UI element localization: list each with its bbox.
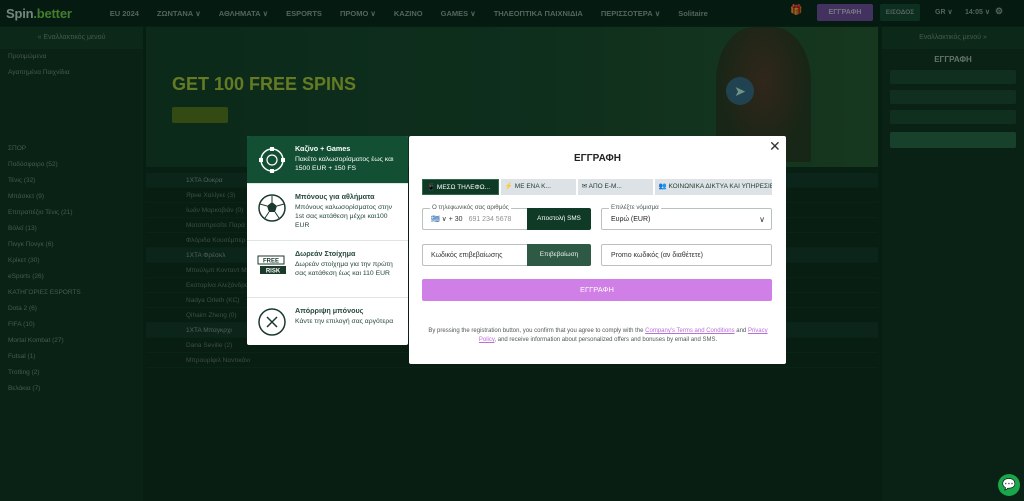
registration-method-tabs: 📱 ΜΕΣΩ ΤΗΛΕΦΩ... ⚡ ΜΕ ΕΝΑ Κ... ✉ ΑΠΟ Ε-Μ… [422, 179, 773, 195]
risk-badge-text: RISK [266, 269, 281, 275]
chat-icon[interactable]: 💬 [998, 474, 1020, 496]
bonus-option-free-bet[interactable]: FREE RISK Δωρεάν Στοίχημα Δωρεάν στοίχημα… [247, 241, 408, 298]
terms-notice: By pressing the registration button, you… [428, 328, 768, 343]
bonus-title: Δωρεάν Στοίχημα [295, 249, 356, 258]
tab-by-email[interactable]: ✉ ΑΠΟ Ε-Μ... [577, 179, 653, 195]
tab-by-phone[interactable]: 📱 ΜΕΣΩ ΤΗΛΕΦΩ... [422, 179, 499, 195]
free-risk-icon: FREE RISK [257, 255, 286, 275]
greece-flag-icon[interactable]: 🇬🇷 ∨ [431, 216, 449, 223]
submit-register-button[interactable]: ΕΓΓΡΑΦΗ [422, 279, 772, 301]
registration-dialog: ✕ ΕΓΓΡΑΦΗ 📱 ΜΕΣΩ ΤΗΛΕΦΩ... ⚡ ΜΕ ΕΝΑ Κ...… [409, 136, 786, 364]
currency-value: Ευρώ (EUR) [611, 216, 651, 223]
phone-field[interactable]: 🇬🇷 ∨ + 30 691 234 5678 [422, 208, 527, 230]
bonus-description: Κάντε την επιλογή σας αργότερα [295, 318, 394, 325]
football-icon [258, 194, 286, 222]
phone-field-label: Ο τηλεφωνικός σας αριθμός [430, 204, 511, 211]
bonus-title: Καζίνο + Games [295, 144, 351, 153]
bonus-option-casino[interactable]: Καζίνο + Games Πακέτο καλωσορίσματος έως… [247, 136, 408, 184]
promo-code-field[interactable]: Promo κωδικός (αν διαθέτετε) [601, 244, 772, 266]
dialog-title: ΕΓΓΡΑΦΗ [573, 153, 621, 164]
tab-social-networks[interactable]: 👥 ΚΟΙΝΩΝΙΚΑ ΔΙΚΤΥΑ ΚΑΙ ΥΠΗΡΕΣΙΕΣ ΜΗΝΥ... [654, 179, 773, 195]
free-badge-text: FREE [263, 259, 279, 265]
bonus-option-sports[interactable]: Μπόνους για αθλήματα Μπόνους καλωσορίσμα… [247, 184, 408, 241]
bonus-description: Δωρεάν στοίχημα για την πρώτη σας κατάθε… [295, 261, 393, 277]
bonus-title: Απόρριψη μπόνους [295, 306, 364, 315]
phone-country-code: + 30 [448, 216, 463, 223]
confirm-code-button[interactable]: Επιβεβαίωση [527, 244, 591, 266]
bonus-description: Μπόνους καλωσορίσματος στην 1st σας κατά… [295, 204, 393, 229]
confirmation-code-field[interactable]: Κωδικός επιβεβαίωσης [422, 244, 527, 266]
bonus-selection-panel: Καζίνο + Games Πακέτο καλωσορίσματος έως… [247, 136, 408, 345]
decline-x-icon [258, 308, 286, 336]
terms-link[interactable]: Company's Terms and Conditions [645, 328, 734, 334]
phone-placeholder: 691 234 5678 [468, 216, 512, 223]
casino-chip-icon [259, 147, 285, 173]
send-sms-button[interactable]: Αποστολή SMS [527, 208, 591, 230]
bonus-description: Πακέτο καλωσορίσματος έως και 1500 EUR +… [295, 156, 394, 172]
tab-one-click[interactable]: ⚡ ΜΕ ΕΝΑ Κ... [500, 179, 576, 195]
currency-field-label: Επιλέξτε νόμισμα [609, 204, 661, 211]
bonus-title: Μπόνους για αθλήματα [295, 192, 375, 201]
chevron-down-icon: ∨ [759, 215, 765, 224]
currency-select[interactable]: Ευρώ (EUR) ∨ [601, 208, 772, 230]
bonus-option-decline[interactable]: Απόρριψη μπόνους Κάντε την επιλογή σας α… [247, 298, 408, 345]
